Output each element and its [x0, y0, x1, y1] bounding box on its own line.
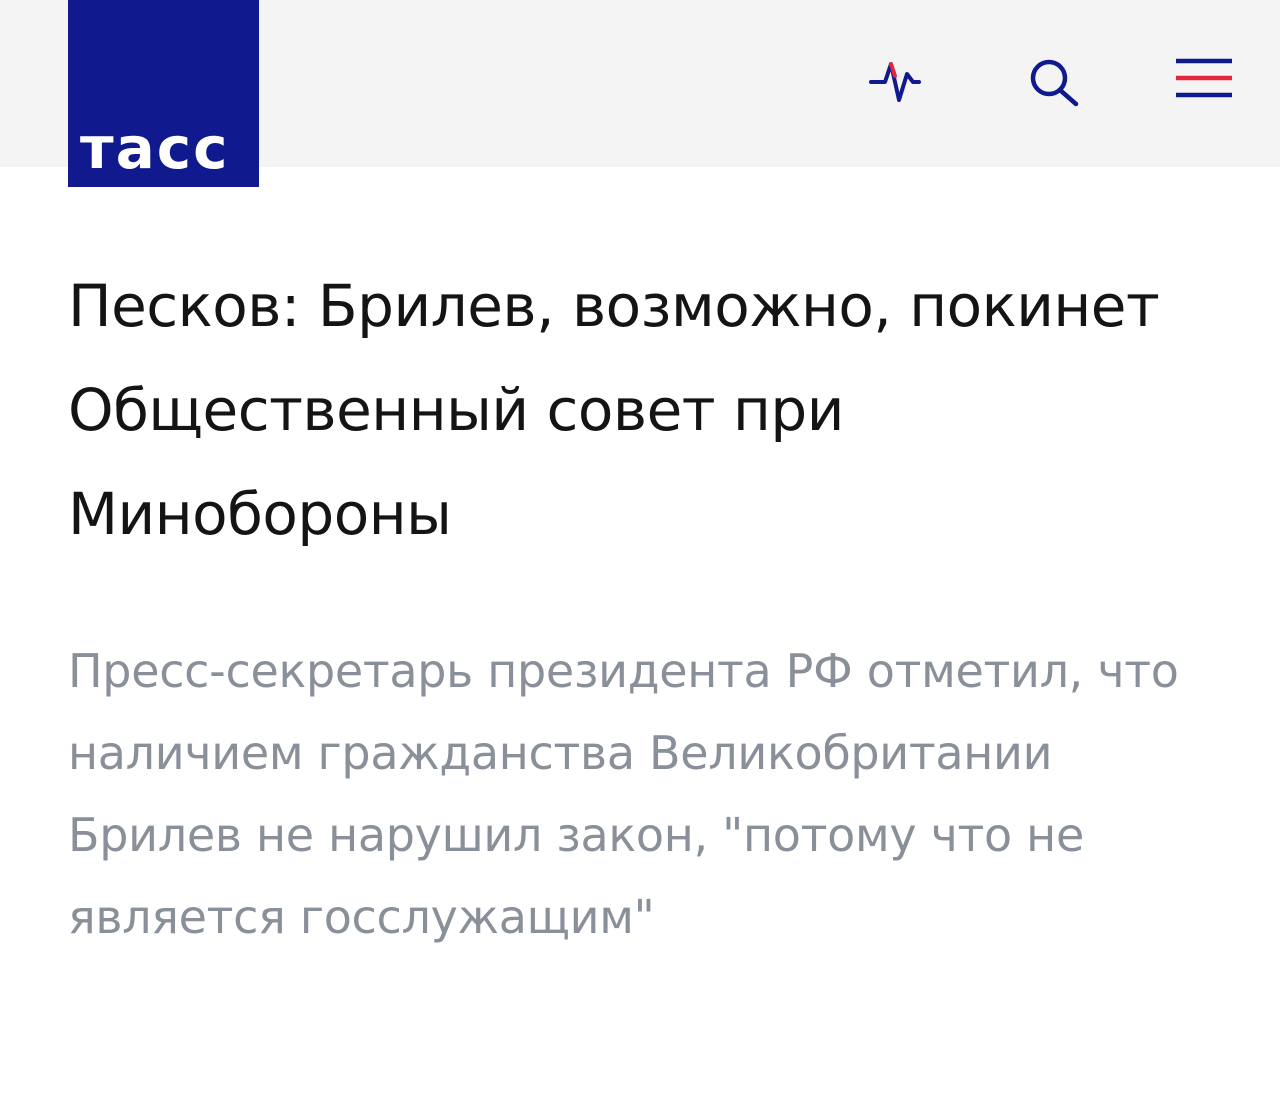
search-button[interactable] [1022, 52, 1086, 112]
site-header: тасс [0, 0, 1280, 187]
logo-text: тасс [80, 114, 230, 182]
article-lead: Пресс-секретарь президента РФ отметил, ч… [68, 644, 1179, 944]
pulse-icon [869, 62, 921, 102]
menu-icon [1176, 58, 1232, 98]
article-headline: Песков: Брилев, возможно, покинет Общест… [68, 272, 1160, 548]
search-icon [1030, 59, 1079, 107]
tass-logo[interactable]: тасс [68, 0, 259, 187]
menu-button[interactable] [1172, 52, 1236, 112]
pulse-button[interactable] [869, 52, 933, 112]
